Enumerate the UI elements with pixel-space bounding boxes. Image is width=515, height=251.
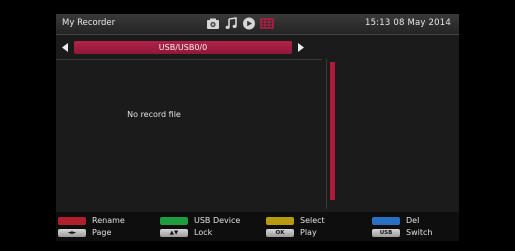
help-bar: Rename USB Device Select Del ◄► Page ▲▼ …: [56, 212, 459, 241]
hint-switch[interactable]: USB Switch: [372, 227, 432, 238]
title-bar: My Recorder 15:13 08 May 2014: [56, 14, 459, 35]
photo-icon[interactable]: [206, 17, 220, 30]
lock-key-icon: ▲▼: [160, 228, 188, 237]
hint-label: USB Device: [194, 216, 241, 225]
hint-rename[interactable]: Rename: [58, 215, 125, 226]
hint-label: Lock: [194, 228, 213, 237]
device-path-selector[interactable]: USB/USB0/0: [60, 41, 306, 54]
green-key-icon: [160, 216, 188, 225]
right-arrow-icon[interactable]: [296, 42, 306, 53]
video-icon[interactable]: [242, 17, 256, 30]
music-icon[interactable]: [224, 17, 238, 30]
hint-page[interactable]: ◄► Page: [58, 227, 111, 238]
hint-label: Switch: [406, 228, 433, 237]
preview-divider: [326, 59, 327, 209]
hint-label: Play: [300, 228, 317, 237]
media-type-icons: [206, 17, 274, 30]
scrollbar[interactable]: [330, 62, 335, 200]
hint-label: Select: [300, 216, 325, 225]
hint-usb-device[interactable]: USB Device: [160, 215, 240, 226]
hint-delete[interactable]: Del: [372, 215, 419, 226]
hint-label: Page: [92, 228, 112, 237]
ok-key-icon: OK: [266, 228, 294, 237]
device-path[interactable]: USB/USB0/0: [74, 41, 292, 54]
recorder-window: My Recorder 15:13 08 May 2014 USB/USB0/0…: [56, 14, 459, 241]
hint-lock[interactable]: ▲▼ Lock: [160, 227, 212, 238]
record-icon[interactable]: [260, 17, 274, 30]
clock: 15:13 08 May 2014: [364, 18, 451, 28]
record-file-list[interactable]: No record file: [56, 60, 322, 210]
red-key-icon: [58, 216, 86, 225]
blue-key-icon: [372, 216, 400, 225]
page-key-icon: ◄►: [58, 228, 86, 237]
hint-select[interactable]: Select: [266, 215, 325, 226]
hint-label: Del: [406, 216, 420, 225]
yellow-key-icon: [266, 216, 294, 225]
app-title: My Recorder: [62, 18, 116, 28]
hint-label: Rename: [92, 216, 125, 225]
hint-play[interactable]: OK Play: [266, 227, 317, 238]
empty-list-message: No record file: [127, 110, 181, 119]
left-arrow-icon[interactable]: [60, 42, 70, 53]
usb-key-icon: USB: [372, 228, 400, 237]
